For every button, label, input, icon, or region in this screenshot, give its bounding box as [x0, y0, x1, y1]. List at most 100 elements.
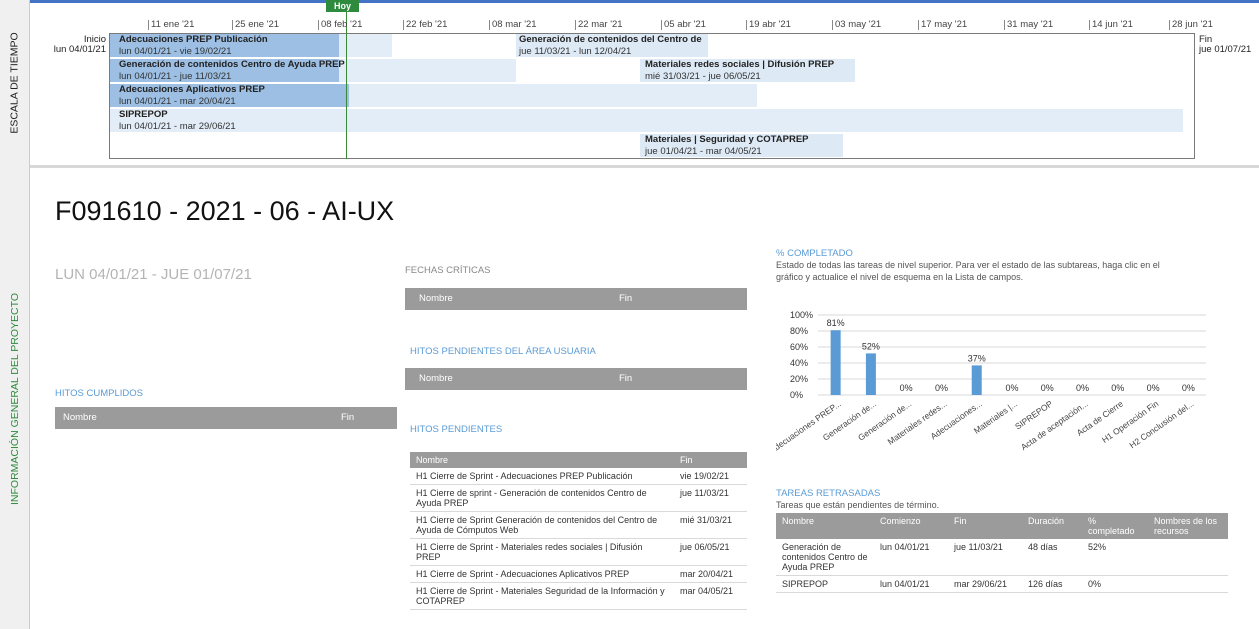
- row-end: vie 19/02/21: [674, 468, 747, 485]
- table-cell: 48 días: [1022, 539, 1082, 576]
- completado-title: % COMPLETADO: [776, 248, 853, 259]
- timeline-chart[interactable]: Adecuaciones PREP Publicación lun 04/01/2…: [109, 33, 1195, 159]
- completado-description: Estado de todas las tareas de nivel supe…: [776, 260, 1160, 282]
- task-label: Adecuaciones PREP Publicación lun 04/01/2…: [119, 34, 268, 57]
- timeline-tick: 03 may '21: [831, 19, 882, 30]
- row-name: H1 Cierre de Sprint - Adecuaciones PREP …: [410, 468, 674, 485]
- table-row[interactable]: H1 Cierre de Sprint - Materiales redes s…: [410, 538, 747, 566]
- today-line: [346, 10, 347, 159]
- timeline-tick: 14 jun '21: [1089, 19, 1133, 30]
- col-nombre: Nombre: [419, 293, 453, 304]
- today-marker-label: Hoy: [326, 0, 359, 12]
- timeline-tick: 25 ene '21: [231, 19, 280, 30]
- table-cell: jue 11/03/21: [948, 539, 1022, 576]
- data-label: 52%: [862, 341, 880, 351]
- table-cell: lun 04/01/21: [874, 539, 948, 576]
- table-cell: Generación de contenidos Centro de Ayuda…: [776, 539, 874, 576]
- hitos-usuaria-title: HITOS PENDIENTES DEL ÁREA USUARIA: [410, 346, 596, 357]
- table-row[interactable]: H1 Cierre de Sprint - Adecuaciones Aplic…: [410, 565, 747, 583]
- row-name: H1 Cierre de Sprint - Materiales Segurid…: [410, 582, 674, 610]
- data-label: 0%: [1076, 383, 1089, 393]
- table-cell: 52%: [1082, 539, 1148, 576]
- bar: [830, 330, 841, 395]
- table-cell: [1148, 539, 1228, 576]
- row-name: H1 Cierre de Sprint Generación de conten…: [410, 511, 674, 539]
- task-label: Materiales | Seguridad y COTAPREP jue 01/…: [645, 134, 809, 157]
- col-nombre: Nombre: [410, 452, 674, 468]
- bar: [971, 365, 982, 395]
- table-row[interactable]: H1 Cierre de Sprint Generación de conten…: [410, 511, 747, 539]
- table-cell: mar 29/06/21: [948, 575, 1022, 593]
- x-tick-label: H2 Conclusión del...: [1127, 398, 1195, 450]
- col-header: Fin: [948, 513, 1022, 539]
- row-end: jue 06/05/21: [674, 538, 747, 566]
- tareas-retrasadas-subtitle: Tareas que están pendientes de término.: [776, 500, 940, 510]
- timeline-top-border: [30, 0, 1259, 3]
- task-bar-generacion-ayuda[interactable]: [339, 59, 516, 82]
- data-label: 0%: [1041, 383, 1054, 393]
- timeline-tick: 08 mar '21: [489, 19, 537, 30]
- table-row[interactable]: H1 Cierre de Sprint - Materiales Segurid…: [410, 582, 747, 610]
- col-header: Duración: [1022, 513, 1082, 539]
- project-title: F091610 - 2021 - 06 - AI-UX: [55, 196, 395, 226]
- task-bar-aplicativos[interactable]: [349, 84, 757, 107]
- completado-chart[interactable]: 100%80%60%40%20%0%81%Adecuaciones PREP..…: [776, 303, 1212, 473]
- data-label: 0%: [900, 383, 913, 393]
- timeline-tick: 31 may '21: [1003, 19, 1054, 30]
- row-end: jue 11/03/21: [674, 484, 747, 512]
- tareas-retrasadas-table: Nombre Comienzo Fin Duración% completado Nom…: [776, 513, 1228, 593]
- table-row[interactable]: H1 Cierre de Sprint - Adecuaciones PREP …: [410, 468, 747, 485]
- table-row[interactable]: Generación de contenidos Centro de Ayuda…: [776, 539, 1228, 576]
- col-header: % completado: [1082, 513, 1148, 539]
- data-label: 0%: [935, 383, 948, 393]
- task-label: Adecuaciones Aplicativos PREP lun 04/01/2…: [119, 84, 265, 107]
- timeline-tick: 17 may '21: [917, 19, 968, 30]
- hitos-cumplidos-header: Nombre Fin: [55, 407, 397, 429]
- timeline-side-label: ESCALA DE TIEMPO: [9, 31, 21, 134]
- task-label: Generación de contenidos Centro de Ayuda…: [119, 59, 345, 82]
- left-strip: ESCALA DE TIEMPO INFORMACIÓN GENERAL DEL…: [0, 0, 30, 629]
- data-label: 37%: [968, 353, 986, 363]
- row-end: mar 04/05/21: [674, 582, 747, 610]
- data-label: 0%: [1111, 383, 1124, 393]
- col-header: Nombre: [776, 513, 874, 539]
- col-header: Comienzo: [874, 513, 948, 539]
- timeline-tick: 11 ene '21: [147, 19, 195, 30]
- table-cell: 0%: [1082, 575, 1148, 593]
- data-label: 0%: [1182, 383, 1195, 393]
- data-label: 0%: [1005, 383, 1018, 393]
- table-row[interactable]: SIPREPOP lun 04/01/21 mar 29/06/21 126 días…: [776, 575, 1228, 593]
- task-label: SIPREPOP lun 04/01/21 - mar 29/06/21: [119, 109, 236, 132]
- project-date-range: LUN 04/01/21 - JUE 01/07/21: [55, 266, 252, 283]
- info-side-label: INFORMACIÓN GENERAL DEL PROYECTO: [9, 292, 22, 505]
- table-cell: [1148, 575, 1228, 593]
- x-tick-label: Materiales redes...: [886, 398, 949, 446]
- table-cell: SIPREPOP: [776, 575, 874, 593]
- fechas-criticas-title: FECHAS CRÍTICAS: [405, 265, 491, 276]
- row-name: H1 Cierre de sprint - Generación de cont…: [410, 484, 674, 512]
- start-date: lun 04/01/21: [53, 44, 106, 55]
- col-fin: Fin: [674, 452, 747, 468]
- timeline-tick: 22 feb '21: [402, 19, 448, 30]
- bar: [865, 353, 876, 395]
- tareas-retrasadas-title: TAREAS RETRASADAS: [776, 488, 881, 499]
- y-tick-label: 60%: [790, 342, 808, 352]
- y-tick-label: 40%: [790, 358, 808, 368]
- row-name: H1 Cierre de Sprint - Materiales redes s…: [410, 538, 674, 566]
- col-nombre: Nombre: [419, 373, 453, 384]
- table-cell: lun 04/01/21: [874, 575, 948, 593]
- task-label: Generación de contenidos del Centro de ju…: [519, 34, 702, 57]
- table-cell: 126 días: [1022, 575, 1082, 593]
- row-name: H1 Cierre de Sprint - Adecuaciones Aplic…: [410, 565, 674, 583]
- col-nombre: Nombre: [63, 412, 97, 423]
- col-fin: Fin: [619, 293, 633, 304]
- table-row[interactable]: H1 Cierre de sprint - Generación de cont…: [410, 484, 747, 512]
- data-label: 81%: [827, 318, 845, 328]
- hitos-pendientes-title: HITOS PENDIENTES: [410, 424, 503, 435]
- data-label: 0%: [1147, 383, 1160, 393]
- task-bar-siprepop[interactable]: [110, 109, 1183, 132]
- timeline-tick: 08 feb '21: [317, 19, 363, 30]
- hitos-usuaria-header: Nombre Fin: [405, 368, 747, 390]
- timeline-tick: 19 abr '21: [746, 19, 791, 30]
- col-fin: Fin: [619, 373, 633, 384]
